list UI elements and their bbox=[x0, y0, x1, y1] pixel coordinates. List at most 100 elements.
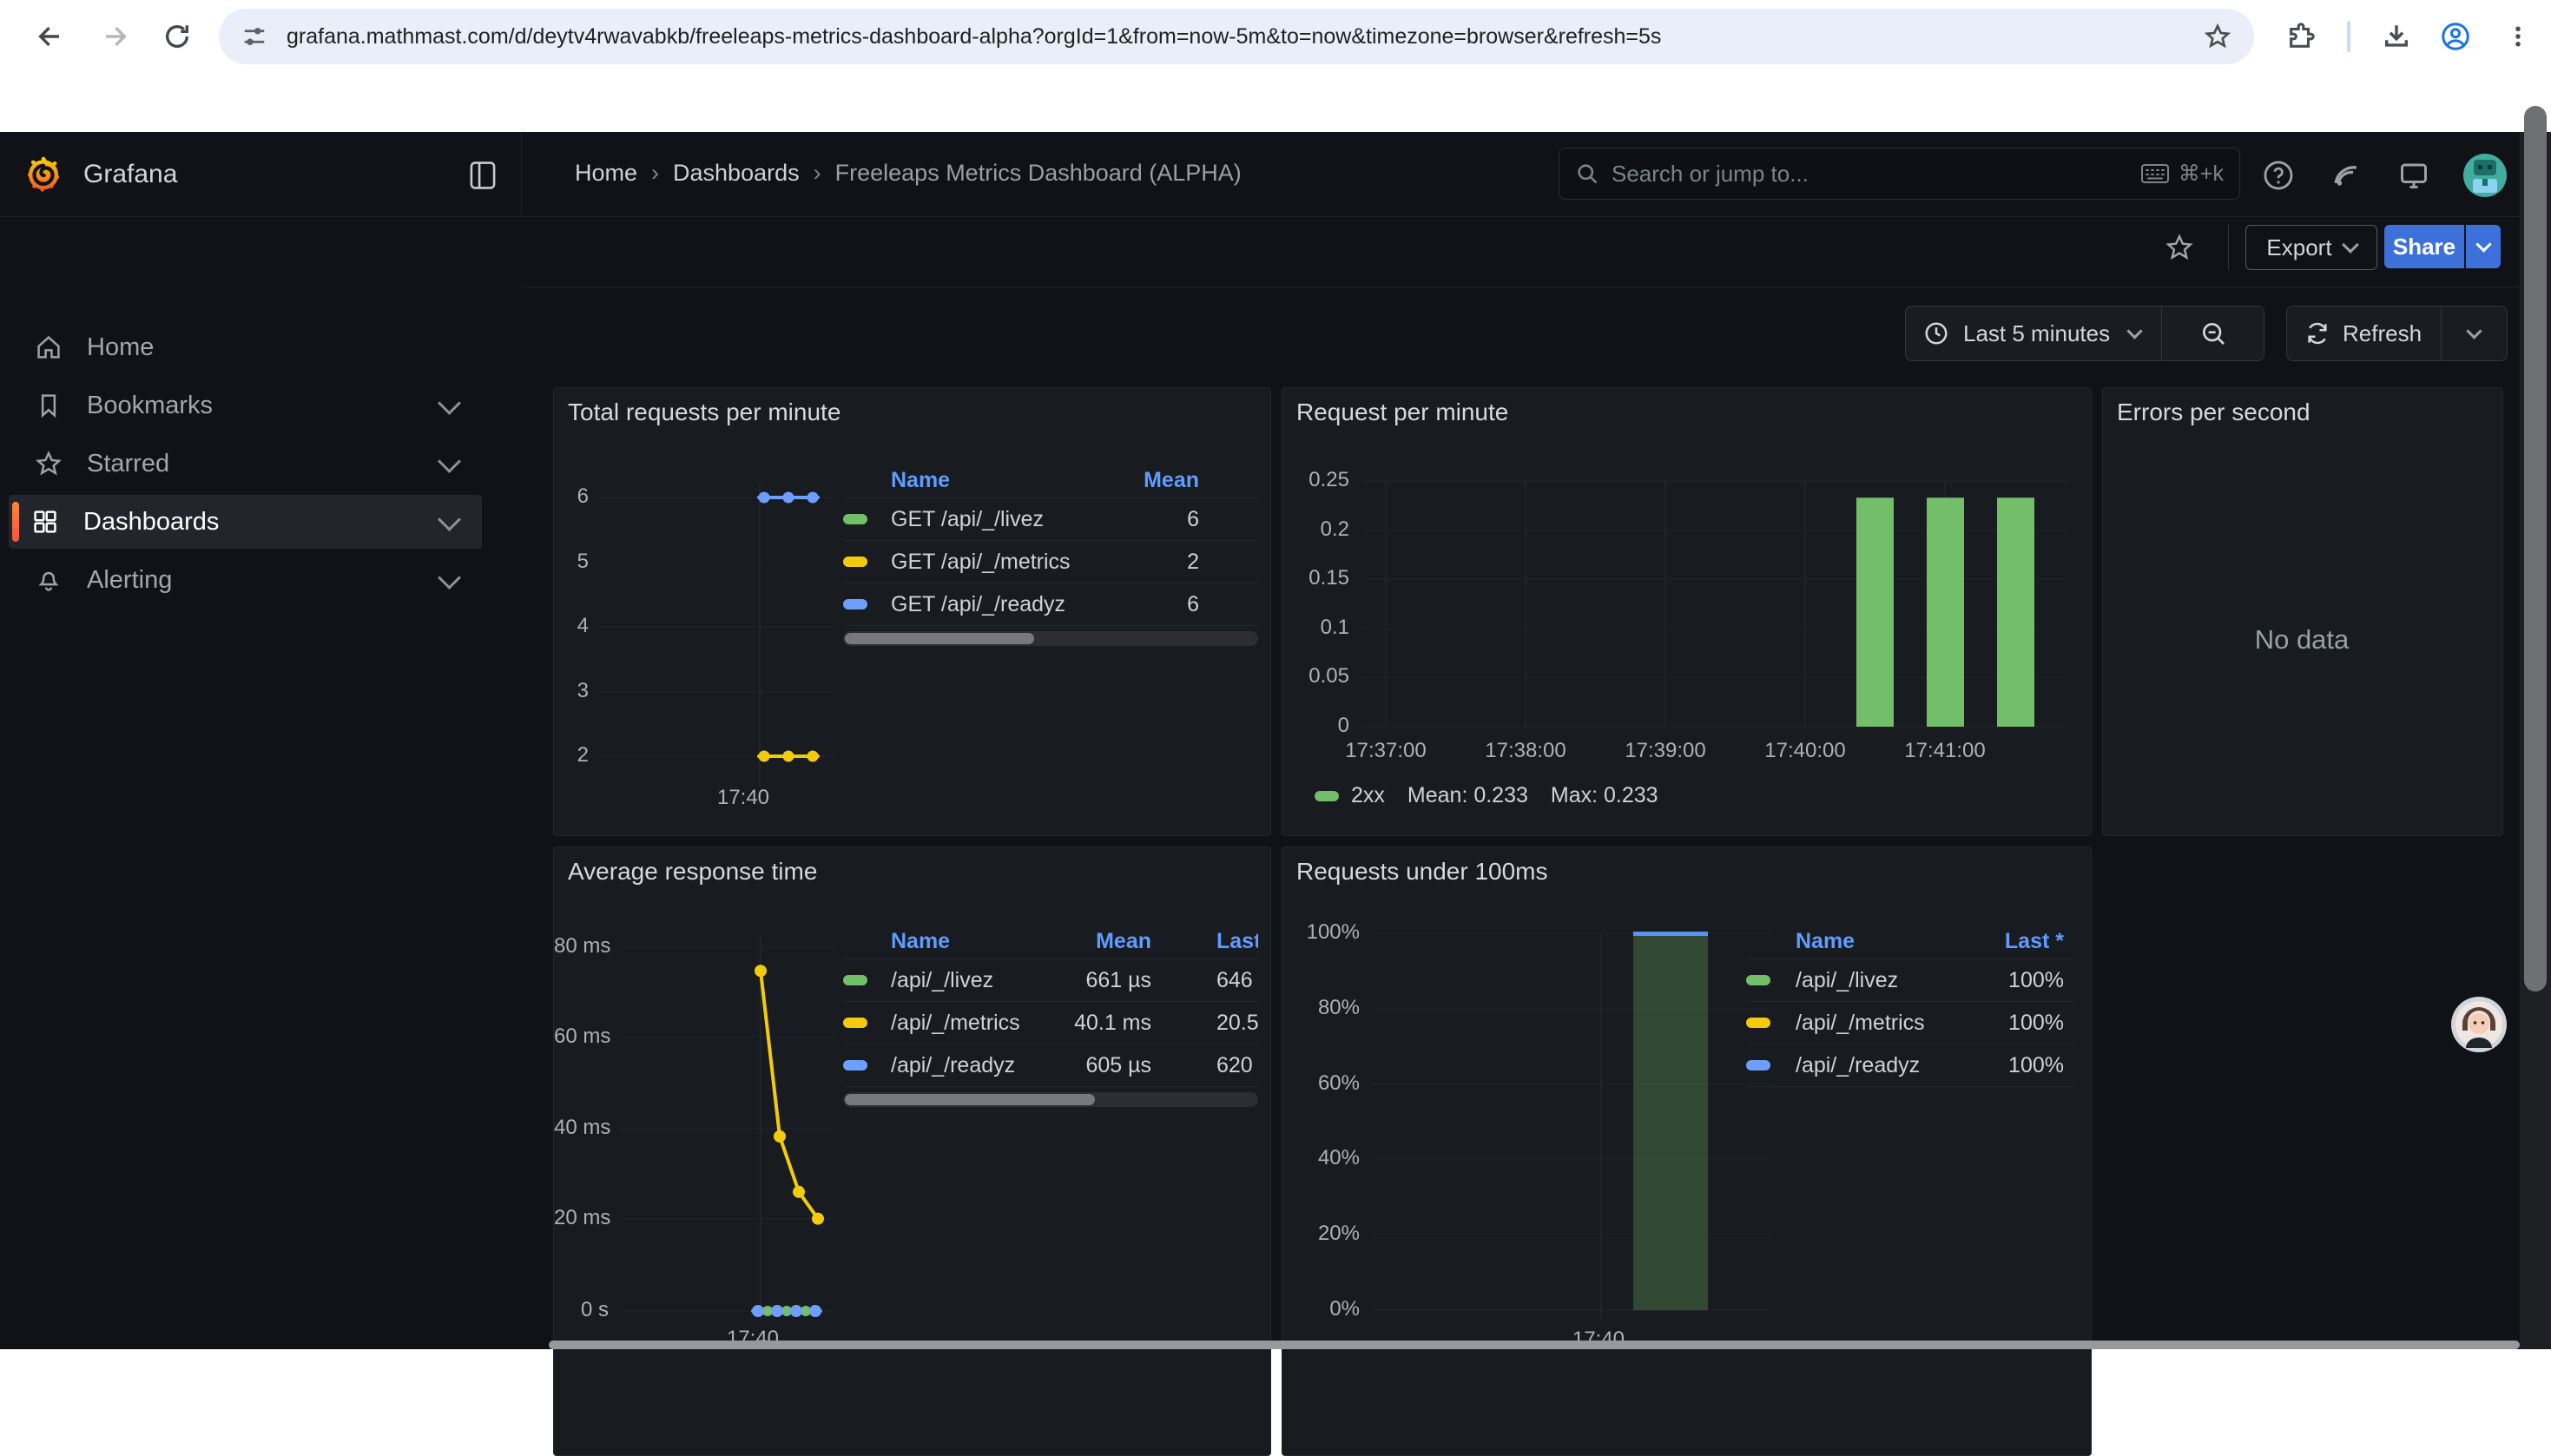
page-scrollbar-vertical[interactable] bbox=[2520, 132, 2551, 1349]
export-button[interactable]: Export bbox=[2245, 225, 2377, 270]
scrollbar-thumb[interactable] bbox=[2524, 106, 2547, 992]
legend-col-mean[interactable]: Mean bbox=[1056, 929, 1151, 954]
refresh-interval-dropdown[interactable] bbox=[2442, 330, 2507, 337]
legend-scrollbar[interactable] bbox=[843, 1092, 1258, 1107]
legend-col-mean[interactable]: Mean bbox=[1095, 468, 1199, 493]
help-icon[interactable] bbox=[2258, 155, 2299, 196]
sidebar-item-starred[interactable]: Starred bbox=[9, 437, 482, 491]
panel-requests-under-100ms: Requests under 100ms Name Last * /api/_/… bbox=[1282, 847, 2092, 1456]
assistant-avatar[interactable] bbox=[2450, 996, 2508, 1053]
series-name[interactable]: GET /api/_/livez bbox=[891, 507, 1095, 532]
legend-scrollbar[interactable] bbox=[843, 631, 1258, 646]
series-name[interactable]: /api/_/metrics bbox=[891, 1011, 1056, 1036]
series-color-pill bbox=[843, 514, 891, 524]
legend-row[interactable]: /api/_/livez100% bbox=[1746, 959, 2076, 1002]
chevron-down-icon[interactable] bbox=[438, 450, 461, 473]
panel-title[interactable]: Errors per second bbox=[2117, 399, 2310, 426]
time-range-group: Last 5 minutes bbox=[1905, 306, 2264, 361]
legend-row[interactable]: /api/_/metrics40.1 ms20.5 ms bbox=[843, 1002, 1258, 1044]
legend-col-last[interactable]: Last * bbox=[1968, 929, 2076, 954]
axis-tick-label: 0.15 bbox=[1282, 566, 1349, 590]
chevron-down-icon[interactable] bbox=[438, 566, 461, 590]
legend-row[interactable]: /api/_/readyz605 µs620 µs bbox=[843, 1044, 1258, 1087]
axis-tick-label: 0.1 bbox=[1282, 616, 1349, 640]
sidebar-item-alerting[interactable]: Alerting bbox=[9, 553, 482, 607]
legend-row[interactable]: /api/_/readyz100% bbox=[1746, 1044, 2076, 1087]
page-scrollbar-horizontal[interactable] bbox=[549, 1341, 2520, 1349]
axis-tick-label: 17:37:00 bbox=[1316, 739, 1455, 763]
sidebar-toggle-icon[interactable] bbox=[464, 156, 502, 194]
url-bar[interactable]: grafana.mathmast.com/d/deytv4rwavabkb/fr… bbox=[219, 9, 2254, 64]
series-mean: Mean: 0.233 bbox=[1407, 783, 1528, 808]
legend-row[interactable]: /api/_/metrics100% bbox=[1746, 1002, 2076, 1044]
news-rss-icon[interactable] bbox=[2325, 155, 2367, 196]
bookmark-star-icon[interactable] bbox=[2204, 23, 2231, 50]
share-dropdown-button[interactable] bbox=[2466, 225, 2501, 268]
series-last-value: 20.5 ms bbox=[1151, 1011, 1258, 1036]
refresh-icon bbox=[2304, 320, 2330, 346]
monitor-icon[interactable] bbox=[2393, 155, 2435, 196]
series-name[interactable]: /api/_/livez bbox=[1796, 968, 1968, 993]
search-input[interactable]: Search or jump to... ⌘+k bbox=[1559, 148, 2240, 200]
legend-col-name[interactable]: Name bbox=[891, 468, 1095, 493]
keyboard-icon bbox=[2140, 162, 2170, 185]
sidebar-item-dashboards[interactable]: Dashboards bbox=[9, 495, 482, 549]
favorite-star-icon[interactable] bbox=[2160, 228, 2198, 267]
export-label: Export bbox=[2266, 234, 2331, 261]
axis-tick-label: 17:40 bbox=[709, 786, 778, 810]
share-button[interactable]: Share bbox=[2384, 225, 2464, 268]
time-controls: Last 5 minutes Refresh bbox=[521, 287, 2520, 365]
series-max: Max: 0.233 bbox=[1551, 783, 1658, 808]
extensions-icon[interactable] bbox=[2282, 17, 2320, 56]
series-name[interactable]: 2xx bbox=[1351, 783, 1385, 808]
chevron-down-icon[interactable] bbox=[438, 508, 461, 531]
sidebar-item-label: Bookmarks bbox=[87, 392, 213, 420]
series-last-value: 100% bbox=[1968, 1011, 2076, 1036]
breadcrumb-separator: › bbox=[800, 160, 835, 187]
legend-header: Name Last * bbox=[1746, 924, 2076, 959]
legend-row[interactable]: /api/_/livez661 µs646 µs bbox=[843, 959, 1258, 1002]
series-name[interactable]: GET /api/_/readyz bbox=[891, 592, 1095, 617]
browser-forward-icon[interactable] bbox=[96, 17, 134, 56]
url-text: grafana.mathmast.com/d/deytv4rwavabkb/fr… bbox=[287, 24, 2179, 49]
series-mean-value: 40.1 ms bbox=[1056, 1011, 1151, 1036]
chevron-down-icon[interactable] bbox=[438, 392, 461, 415]
breadcrumb-dashboards[interactable]: Dashboards bbox=[673, 160, 800, 187]
legend-inline: 2xx Mean: 0.233 Max: 0.233 bbox=[1308, 783, 1658, 808]
request-per-minute-chart[interactable] bbox=[1282, 388, 2091, 835]
legend-col-last[interactable]: Last * bbox=[1151, 929, 1258, 954]
zoom-out-icon[interactable] bbox=[2162, 320, 2264, 347]
search-placeholder: Search or jump to... bbox=[1612, 161, 1809, 188]
refresh-button[interactable]: Refresh bbox=[2343, 320, 2422, 347]
legend-row[interactable]: GET /api/_/metrics2 bbox=[843, 541, 1258, 583]
user-avatar[interactable] bbox=[2462, 153, 2508, 198]
time-range-picker[interactable]: Last 5 minutes bbox=[1963, 320, 2110, 347]
legend-row[interactable]: GET /api/_/livez6 bbox=[843, 498, 1258, 541]
sidebar-item-bookmarks[interactable]: Bookmarks bbox=[9, 379, 482, 432]
bookmark-icon bbox=[35, 392, 63, 419]
legend-col-name[interactable]: Name bbox=[891, 929, 1056, 954]
grafana-logo[interactable] bbox=[24, 153, 63, 194]
site-settings-icon[interactable] bbox=[241, 23, 267, 49]
series-name[interactable]: /api/_/readyz bbox=[1796, 1053, 1968, 1078]
sidebar-item-home[interactable]: Home bbox=[9, 320, 482, 374]
axis-tick-label: 17:41:00 bbox=[1875, 739, 2014, 763]
series-color-pill bbox=[843, 1018, 891, 1028]
series-name[interactable]: /api/_/metrics bbox=[1796, 1011, 1968, 1036]
series-name[interactable]: /api/_/readyz bbox=[891, 1053, 1056, 1078]
browser-reload-icon[interactable] bbox=[158, 17, 196, 56]
breadcrumb-home[interactable]: Home bbox=[575, 160, 637, 187]
browser-profile-icon[interactable] bbox=[2436, 17, 2475, 56]
legend-col-name[interactable]: Name bbox=[1796, 929, 1968, 954]
legend-row[interactable]: GET /api/_/readyz6 bbox=[843, 583, 1258, 626]
bookmarks-bar: Freeleaps 收藏博客 bbox=[0, 73, 2551, 132]
series-name[interactable]: GET /api/_/metrics bbox=[891, 550, 1095, 575]
downloads-icon[interactable] bbox=[2377, 17, 2416, 56]
controls-divider bbox=[2228, 225, 2229, 270]
browser-back-icon[interactable] bbox=[31, 17, 69, 56]
panel-errors-per-second: Errors per second No data bbox=[2102, 387, 2503, 836]
browser-menu-icon[interactable] bbox=[2499, 17, 2537, 56]
star-icon bbox=[35, 450, 63, 478]
dashboards-grid-icon bbox=[31, 508, 59, 536]
series-name[interactable]: /api/_/livez bbox=[891, 968, 1056, 993]
